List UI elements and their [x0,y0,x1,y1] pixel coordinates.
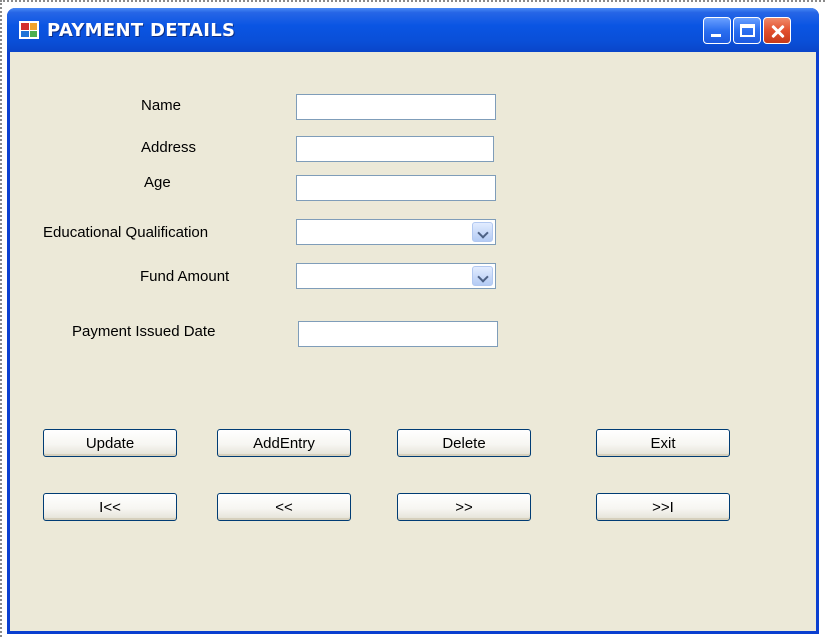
next-record-button[interactable]: >> [397,493,531,521]
chevron-down-icon[interactable] [472,222,493,242]
close-icon [764,18,790,43]
age-label: Age [144,174,171,191]
address-label: Address [141,139,197,156]
update-button[interactable]: Update [43,429,177,457]
qualification-label: Educational Qualification [43,224,209,241]
address-field[interactable] [296,136,494,162]
fund-amount-label: Fund Amount [140,268,230,285]
window-title: PAYMENT DETAILS [47,20,236,41]
app-window-icon [19,21,39,39]
exit-button[interactable]: Exit [596,429,730,457]
add-entry-button[interactable]: AddEntry [217,429,351,457]
delete-button[interactable]: Delete [397,429,531,457]
main-window: PAYMENT DETAILS Name Address Age Educati… [7,8,819,634]
first-record-button[interactable]: I<< [43,493,177,521]
payment-date-field[interactable] [298,321,498,347]
payment-date-label: Payment Issued Date [72,323,216,340]
minimize-icon [711,34,721,37]
minimize-button[interactable] [703,17,731,44]
maximize-icon [740,24,755,37]
previous-record-button[interactable]: << [217,493,351,521]
fund-amount-select[interactable] [296,263,496,289]
last-record-button[interactable]: >>I [596,493,730,521]
form-area: Name Address Age Educational Qualificati… [10,52,816,634]
maximize-button[interactable] [733,17,761,44]
age-field[interactable] [296,175,496,201]
chevron-down-icon[interactable] [472,266,493,286]
name-field[interactable] [296,94,496,120]
title-bar[interactable]: PAYMENT DETAILS [7,8,819,52]
close-button[interactable] [763,17,791,44]
name-label: Name [141,97,182,114]
qualification-select[interactable] [296,219,496,245]
